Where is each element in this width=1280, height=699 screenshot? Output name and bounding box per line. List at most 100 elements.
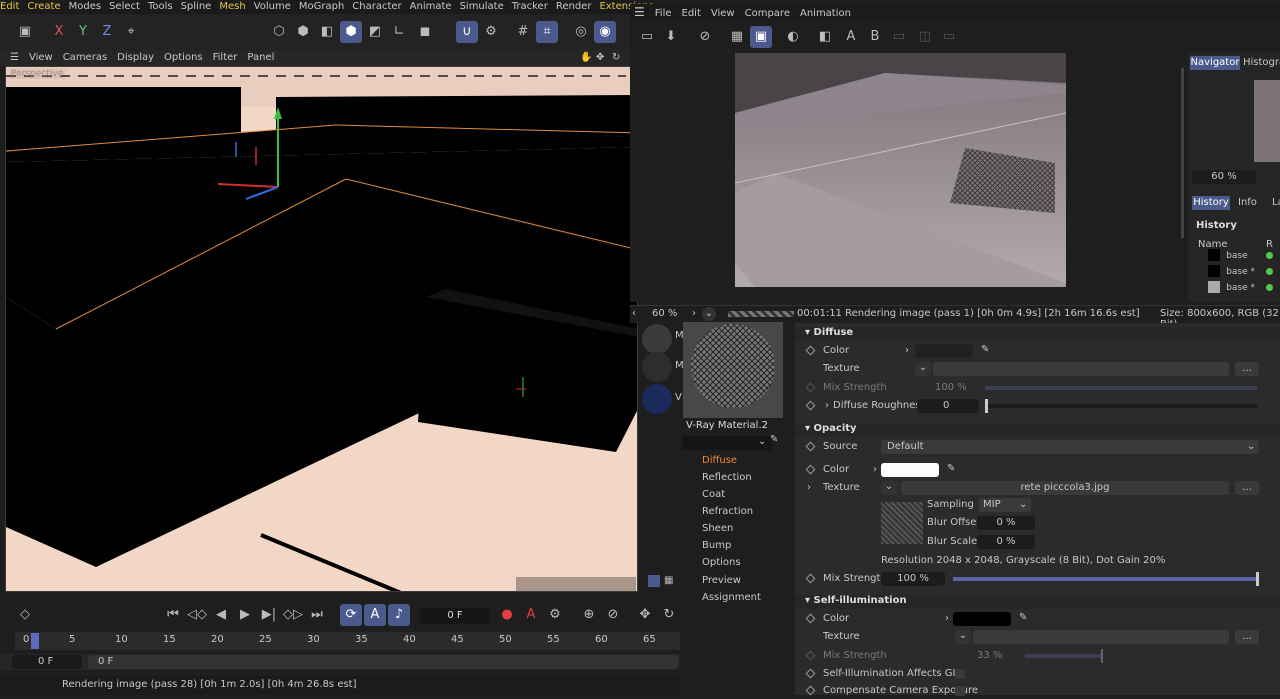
list-view-icon[interactable] bbox=[648, 575, 660, 587]
loop-icon[interactable]: ⟳ bbox=[340, 604, 362, 626]
compare-swap-icon[interactable]: ▭ bbox=[888, 26, 910, 48]
contrast-icon[interactable]: ◐ bbox=[782, 26, 804, 48]
zoom-left-arrow-icon[interactable]: ‹ bbox=[632, 308, 636, 319]
mix-strength-value[interactable]: 100 % bbox=[935, 382, 967, 393]
keyframe-icon[interactable] bbox=[805, 345, 816, 356]
expand-arrow-icon[interactable]: › bbox=[807, 482, 811, 493]
compare-diff-icon[interactable]: ▭ bbox=[938, 26, 960, 48]
selfillum-mix-handle[interactable] bbox=[1101, 649, 1103, 663]
channel-bump[interactable]: Bump bbox=[702, 540, 731, 551]
edges-mode-icon[interactable]: ⬢ bbox=[292, 21, 314, 43]
source-select[interactable]: Default bbox=[881, 440, 1259, 454]
expand-arrow-icon[interactable]: › bbox=[905, 345, 909, 356]
pv-menu-edit[interactable]: Edit bbox=[682, 6, 701, 22]
vp-menu-filter[interactable]: Filter bbox=[213, 50, 238, 66]
record-icon[interactable]: ● bbox=[496, 604, 518, 626]
keyframe-icon[interactable] bbox=[805, 573, 816, 584]
section-diffuse[interactable]: ▾ Diffuse bbox=[795, 327, 1280, 341]
rotation-key-icon[interactable]: ↻ bbox=[658, 604, 680, 626]
3d-viewport[interactable]: Perspective bbox=[5, 66, 638, 592]
keyframe-icon[interactable] bbox=[805, 464, 816, 475]
axis-z-toggle[interactable]: Z bbox=[96, 21, 118, 43]
pv-zoom-field[interactable]: 60 % bbox=[652, 308, 677, 319]
menu-simulate[interactable]: Simulate bbox=[460, 0, 504, 14]
timeline-ruler[interactable]: 0 5 10 15 20 25 30 35 40 45 50 55 60 65 bbox=[15, 632, 680, 650]
undo-icon[interactable]: ▣ bbox=[14, 21, 36, 43]
playhead[interactable] bbox=[31, 633, 39, 649]
channel-coat[interactable]: Coat bbox=[702, 489, 725, 500]
section-opacity[interactable]: ▾ Opacity bbox=[795, 423, 1280, 437]
workplane-icon[interactable]: ⌗ bbox=[536, 21, 558, 43]
model-mode-icon[interactable]: ⬢ bbox=[340, 21, 362, 43]
next-key-icon[interactable]: ◇▷ bbox=[282, 604, 304, 626]
go-start-icon[interactable]: ⏮ bbox=[162, 604, 184, 626]
axis-x-toggle[interactable]: X bbox=[48, 21, 70, 43]
opacity-color-swatch[interactable] bbox=[881, 463, 939, 477]
roughness-slider[interactable] bbox=[985, 404, 1257, 408]
vp-menu-display[interactable]: Display bbox=[117, 50, 154, 66]
diffuse-texture-field[interactable] bbox=[933, 362, 1229, 376]
tab-histogram[interactable]: Histogra bbox=[1243, 56, 1280, 70]
pan-icon[interactable]: ✋ bbox=[580, 50, 592, 66]
position-key-icon[interactable]: ✥ bbox=[634, 604, 656, 626]
points-mode-icon[interactable]: ⬡ bbox=[268, 21, 290, 43]
menu-tracker[interactable]: Tracker bbox=[512, 0, 548, 14]
next-frame-icon[interactable]: ▶| bbox=[258, 604, 280, 626]
motion-system-icon[interactable]: ⊕ bbox=[578, 604, 600, 626]
compare-overlay-icon[interactable]: ◫ bbox=[914, 26, 936, 48]
keyframe-icon[interactable] bbox=[805, 668, 816, 679]
keyframe-diamond-icon[interactable]: ◇ bbox=[14, 604, 36, 626]
menu-render[interactable]: Render bbox=[556, 0, 592, 14]
history-row[interactable]: base bbox=[1208, 249, 1280, 263]
texture-more-button[interactable]: … bbox=[1235, 630, 1259, 644]
key-settings-icon[interactable]: ⚙ bbox=[544, 604, 566, 626]
keyframe-icon[interactable] bbox=[805, 650, 816, 661]
polygons-mode-icon[interactable]: ◧ bbox=[316, 21, 338, 43]
prev-key-icon[interactable]: ◁◇ bbox=[186, 604, 208, 626]
snap-settings-icon[interactable]: ⚙ bbox=[480, 21, 502, 43]
keyframe-icon[interactable] bbox=[805, 441, 816, 452]
compare-b-button[interactable]: B bbox=[864, 26, 886, 48]
pv-menu-animation[interactable]: Animation bbox=[800, 6, 851, 22]
channel-sheen[interactable]: Sheen bbox=[702, 523, 733, 534]
keyframe-icon[interactable] bbox=[805, 613, 816, 624]
channel-reflection[interactable]: Reflection bbox=[702, 472, 752, 483]
texture-dropdown-icon[interactable]: ⌄ bbox=[915, 362, 931, 376]
diffuse-color-swatch[interactable] bbox=[915, 344, 973, 358]
uv-mode-icon[interactable]: ◩ bbox=[364, 21, 386, 43]
channel-options[interactable]: Options bbox=[702, 557, 741, 568]
compare-a-button[interactable]: A bbox=[840, 26, 862, 48]
keyframe-icon[interactable] bbox=[805, 400, 816, 411]
axis-mode-icon[interactable]: ∟ bbox=[388, 21, 410, 43]
opacity-texture-field[interactable]: rete picccola3.jpg bbox=[901, 481, 1229, 495]
start-frame-field[interactable]: 0 F bbox=[12, 655, 82, 669]
material-thumb[interactable] bbox=[642, 324, 672, 354]
auto-record-icon[interactable]: A bbox=[520, 604, 542, 626]
menu-volume[interactable]: Volume bbox=[254, 0, 291, 14]
tab-navigator[interactable]: Navigator bbox=[1190, 56, 1240, 70]
menu-mograph[interactable]: MoGraph bbox=[299, 0, 344, 14]
snap-magnet-icon[interactable]: ∪ bbox=[456, 21, 478, 43]
affects-gi-checkbox[interactable] bbox=[955, 669, 965, 679]
blur-offset-field[interactable]: 0 % bbox=[977, 516, 1035, 530]
channel-preview[interactable]: Preview bbox=[702, 575, 741, 586]
menu-tools[interactable]: Tools bbox=[148, 0, 173, 14]
mix-strength-slider[interactable] bbox=[985, 386, 1257, 390]
menu-edit[interactable]: Edit bbox=[0, 0, 19, 14]
texture-more-button[interactable]: … bbox=[1235, 481, 1259, 495]
history-row[interactable]: base * bbox=[1208, 265, 1280, 279]
pv-hamburger-icon[interactable]: ☰ bbox=[634, 4, 645, 20]
eyedropper-icon[interactable]: ✎ bbox=[947, 463, 955, 474]
texture-dropdown-icon[interactable]: ⌄ bbox=[881, 481, 897, 495]
vp-menu-panel[interactable]: Panel bbox=[247, 50, 274, 66]
move-view-icon[interactable]: ✥ bbox=[596, 50, 604, 66]
pv-scrollbar[interactable] bbox=[1181, 68, 1184, 238]
vp-menu-options[interactable]: Options bbox=[164, 50, 203, 66]
selfillum-mix-value[interactable]: 33 % bbox=[977, 650, 1002, 661]
menu-spline[interactable]: Spline bbox=[181, 0, 212, 14]
expand-arrow-icon[interactable]: › bbox=[945, 613, 949, 624]
grid-icon[interactable]: # bbox=[512, 21, 534, 43]
side-zoom-field[interactable]: 60 % bbox=[1192, 170, 1256, 184]
eyedropper-icon[interactable]: ✎ bbox=[1019, 612, 1027, 623]
keyframe-icon[interactable] bbox=[805, 382, 816, 393]
